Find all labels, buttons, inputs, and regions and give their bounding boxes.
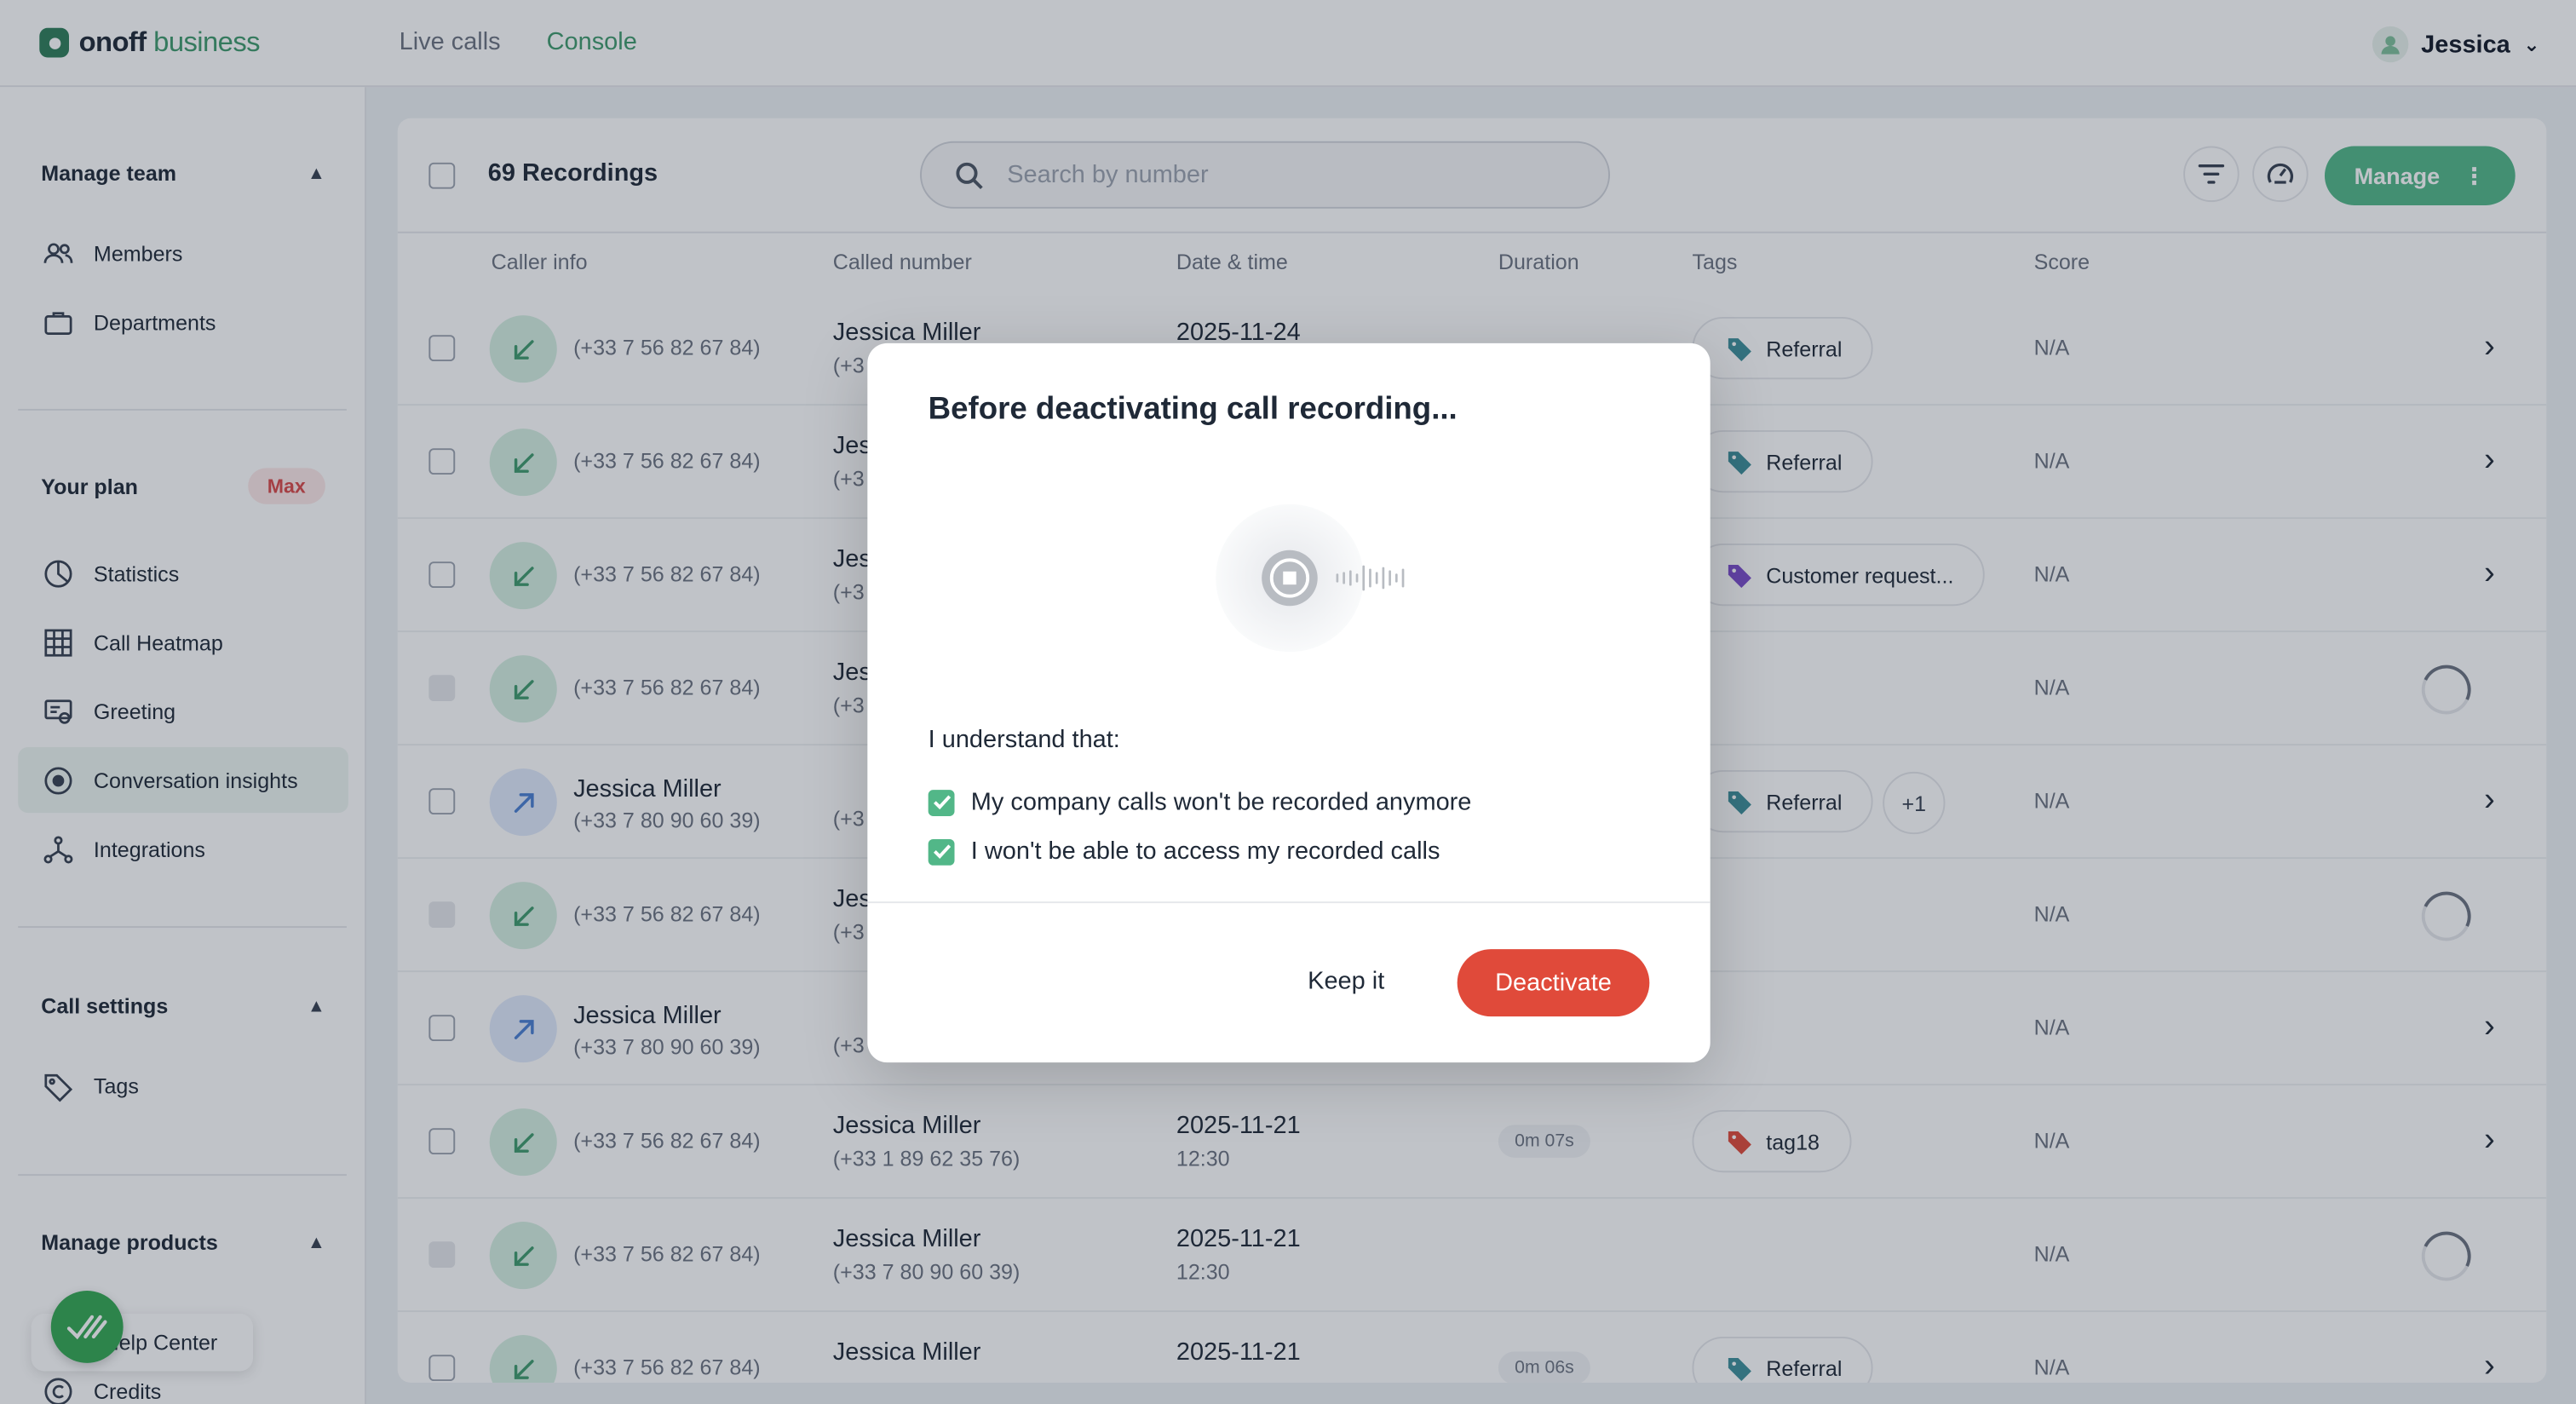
modal-title: Before deactivating call recording...: [928, 392, 1458, 428]
check-icon: [933, 844, 951, 859]
modal-divider: [867, 901, 1711, 904]
deactivate-button[interactable]: Deactivate: [1457, 949, 1650, 1017]
deactivate-recording-modal: Before deactivating call recording... I …: [867, 342, 1711, 1063]
check-icon: [933, 795, 951, 810]
check-label: My company calls won't be recorded anymo…: [970, 788, 1472, 816]
checkbox-checked[interactable]: [928, 789, 955, 816]
keep-it-button[interactable]: Keep it: [1308, 967, 1384, 995]
understand-label: I understand that:: [928, 725, 1120, 754]
recording-stop-illustration: [1216, 503, 1405, 653]
check-label: I won't be able to access my recorded ca…: [970, 837, 1440, 866]
confirm-check-not-recorded[interactable]: My company calls won't be recorded anymo…: [928, 788, 1472, 816]
confirm-check-no-access[interactable]: I won't be able to access my recorded ca…: [928, 837, 1440, 866]
checkbox-checked[interactable]: [928, 837, 955, 865]
app-stage: onoff business Live calls Console Jessic…: [0, 0, 2576, 1404]
